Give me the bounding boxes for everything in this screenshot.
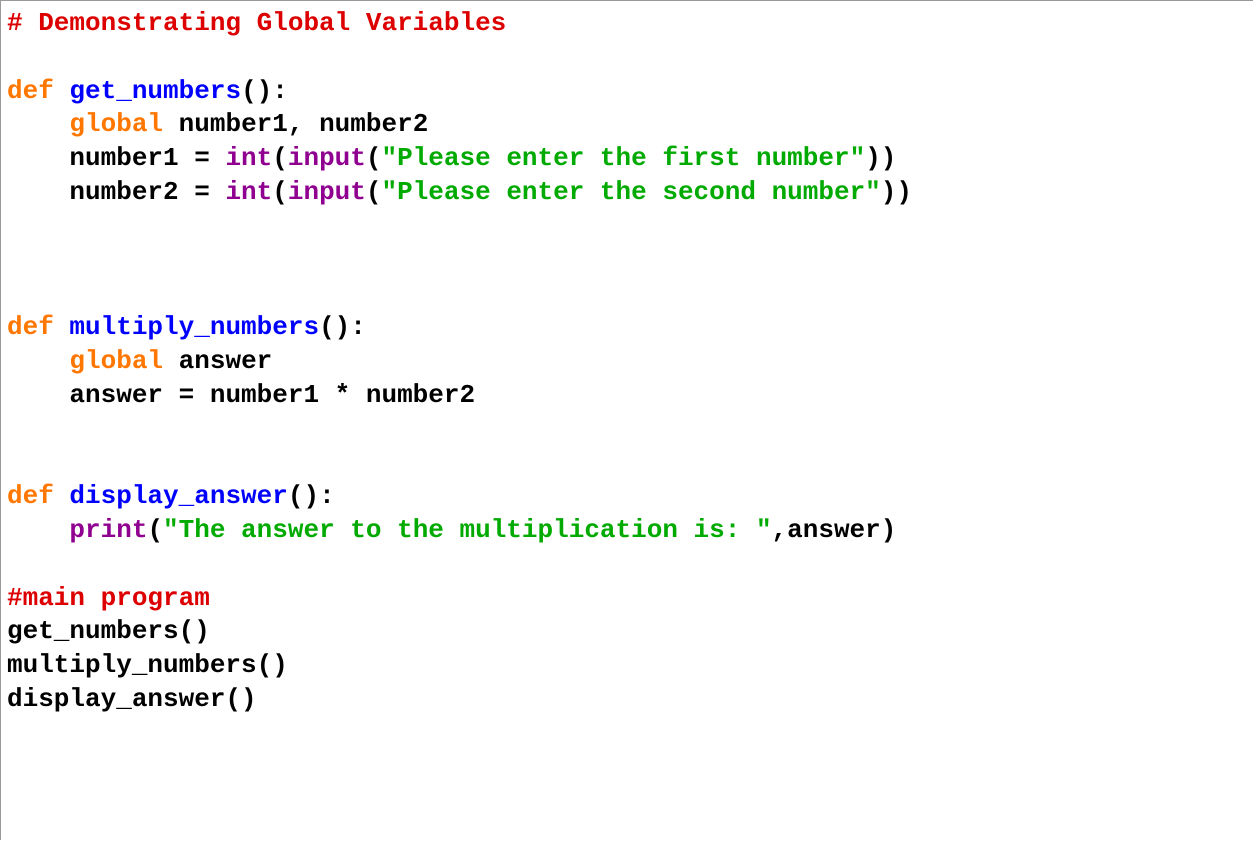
code-token: def bbox=[7, 312, 54, 342]
code-line[interactable]: # Demonstrating Global Variables bbox=[7, 7, 1253, 41]
code-token: print bbox=[69, 515, 147, 545]
code-token: def bbox=[7, 76, 54, 106]
code-token: global bbox=[69, 346, 163, 376]
code-token: # Demonstrating Global Variables bbox=[7, 8, 506, 38]
code-line[interactable]: def get_numbers(): bbox=[7, 75, 1253, 109]
code-token: "Please enter the first number" bbox=[382, 143, 866, 173]
code-token: number1 = bbox=[69, 143, 225, 173]
code-token bbox=[54, 76, 70, 106]
code-token: )) bbox=[865, 143, 896, 173]
code-token: get_numbers bbox=[69, 76, 241, 106]
code-token: global bbox=[69, 109, 163, 139]
code-token: def bbox=[7, 481, 54, 511]
code-token bbox=[54, 312, 70, 342]
code-token: ( bbox=[272, 143, 288, 173]
code-line[interactable]: def display_answer(): bbox=[7, 480, 1253, 514]
code-token: )) bbox=[881, 177, 912, 207]
code-token bbox=[7, 380, 69, 410]
code-token: int bbox=[225, 143, 272, 173]
code-line[interactable]: def multiply_numbers(): bbox=[7, 311, 1253, 345]
code-token: number1, number2 bbox=[179, 109, 429, 139]
code-line[interactable] bbox=[7, 548, 1253, 582]
code-token: get_numbers() bbox=[7, 616, 210, 646]
code-token: ,answer) bbox=[772, 515, 897, 545]
code-token: ( bbox=[366, 177, 382, 207]
code-token: (): bbox=[319, 312, 366, 342]
code-line[interactable] bbox=[7, 210, 1253, 244]
code-token: ( bbox=[147, 515, 163, 545]
code-line[interactable] bbox=[7, 244, 1253, 278]
code-line[interactable]: get_numbers() bbox=[7, 615, 1253, 649]
code-line[interactable]: multiply_numbers() bbox=[7, 649, 1253, 683]
code-token: #main program bbox=[7, 583, 210, 613]
code-line[interactable]: answer = number1 * number2 bbox=[7, 379, 1253, 413]
code-token: display_answer() bbox=[7, 684, 257, 714]
code-token bbox=[7, 515, 69, 545]
code-token: multiply_numbers bbox=[69, 312, 319, 342]
code-token: input bbox=[288, 177, 366, 207]
code-editor[interactable]: # Demonstrating Global Variables def get… bbox=[0, 0, 1253, 840]
code-token: answer = number1 * number2 bbox=[69, 380, 475, 410]
code-line[interactable] bbox=[7, 41, 1253, 75]
code-token bbox=[54, 481, 70, 511]
code-token: "Please enter the second number" bbox=[382, 177, 881, 207]
code-token: answer bbox=[179, 346, 273, 376]
code-line[interactable] bbox=[7, 413, 1253, 447]
code-token bbox=[7, 177, 69, 207]
code-token: number2 = bbox=[69, 177, 225, 207]
code-token bbox=[7, 346, 69, 376]
code-token: ( bbox=[366, 143, 382, 173]
code-token bbox=[7, 143, 69, 173]
code-line[interactable]: global answer bbox=[7, 345, 1253, 379]
code-line[interactable] bbox=[7, 446, 1253, 480]
code-line[interactable] bbox=[7, 277, 1253, 311]
code-token: display_answer bbox=[69, 481, 287, 511]
code-line[interactable]: display_answer() bbox=[7, 683, 1253, 717]
code-line[interactable]: number1 = int(input("Please enter the fi… bbox=[7, 142, 1253, 176]
code-line[interactable]: number2 = int(input("Please enter the se… bbox=[7, 176, 1253, 210]
code-line[interactable]: print("The answer to the multiplication … bbox=[7, 514, 1253, 548]
code-token: multiply_numbers() bbox=[7, 650, 288, 680]
code-token: (): bbox=[288, 481, 335, 511]
code-token: input bbox=[288, 143, 366, 173]
code-line[interactable]: #main program bbox=[7, 582, 1253, 616]
code-token bbox=[163, 346, 179, 376]
code-token: (): bbox=[241, 76, 288, 106]
code-token: ( bbox=[272, 177, 288, 207]
code-token bbox=[163, 109, 179, 139]
code-token bbox=[7, 109, 69, 139]
code-line[interactable]: global number1, number2 bbox=[7, 108, 1253, 142]
code-token: int bbox=[225, 177, 272, 207]
code-token: "The answer to the multiplication is: " bbox=[163, 515, 772, 545]
